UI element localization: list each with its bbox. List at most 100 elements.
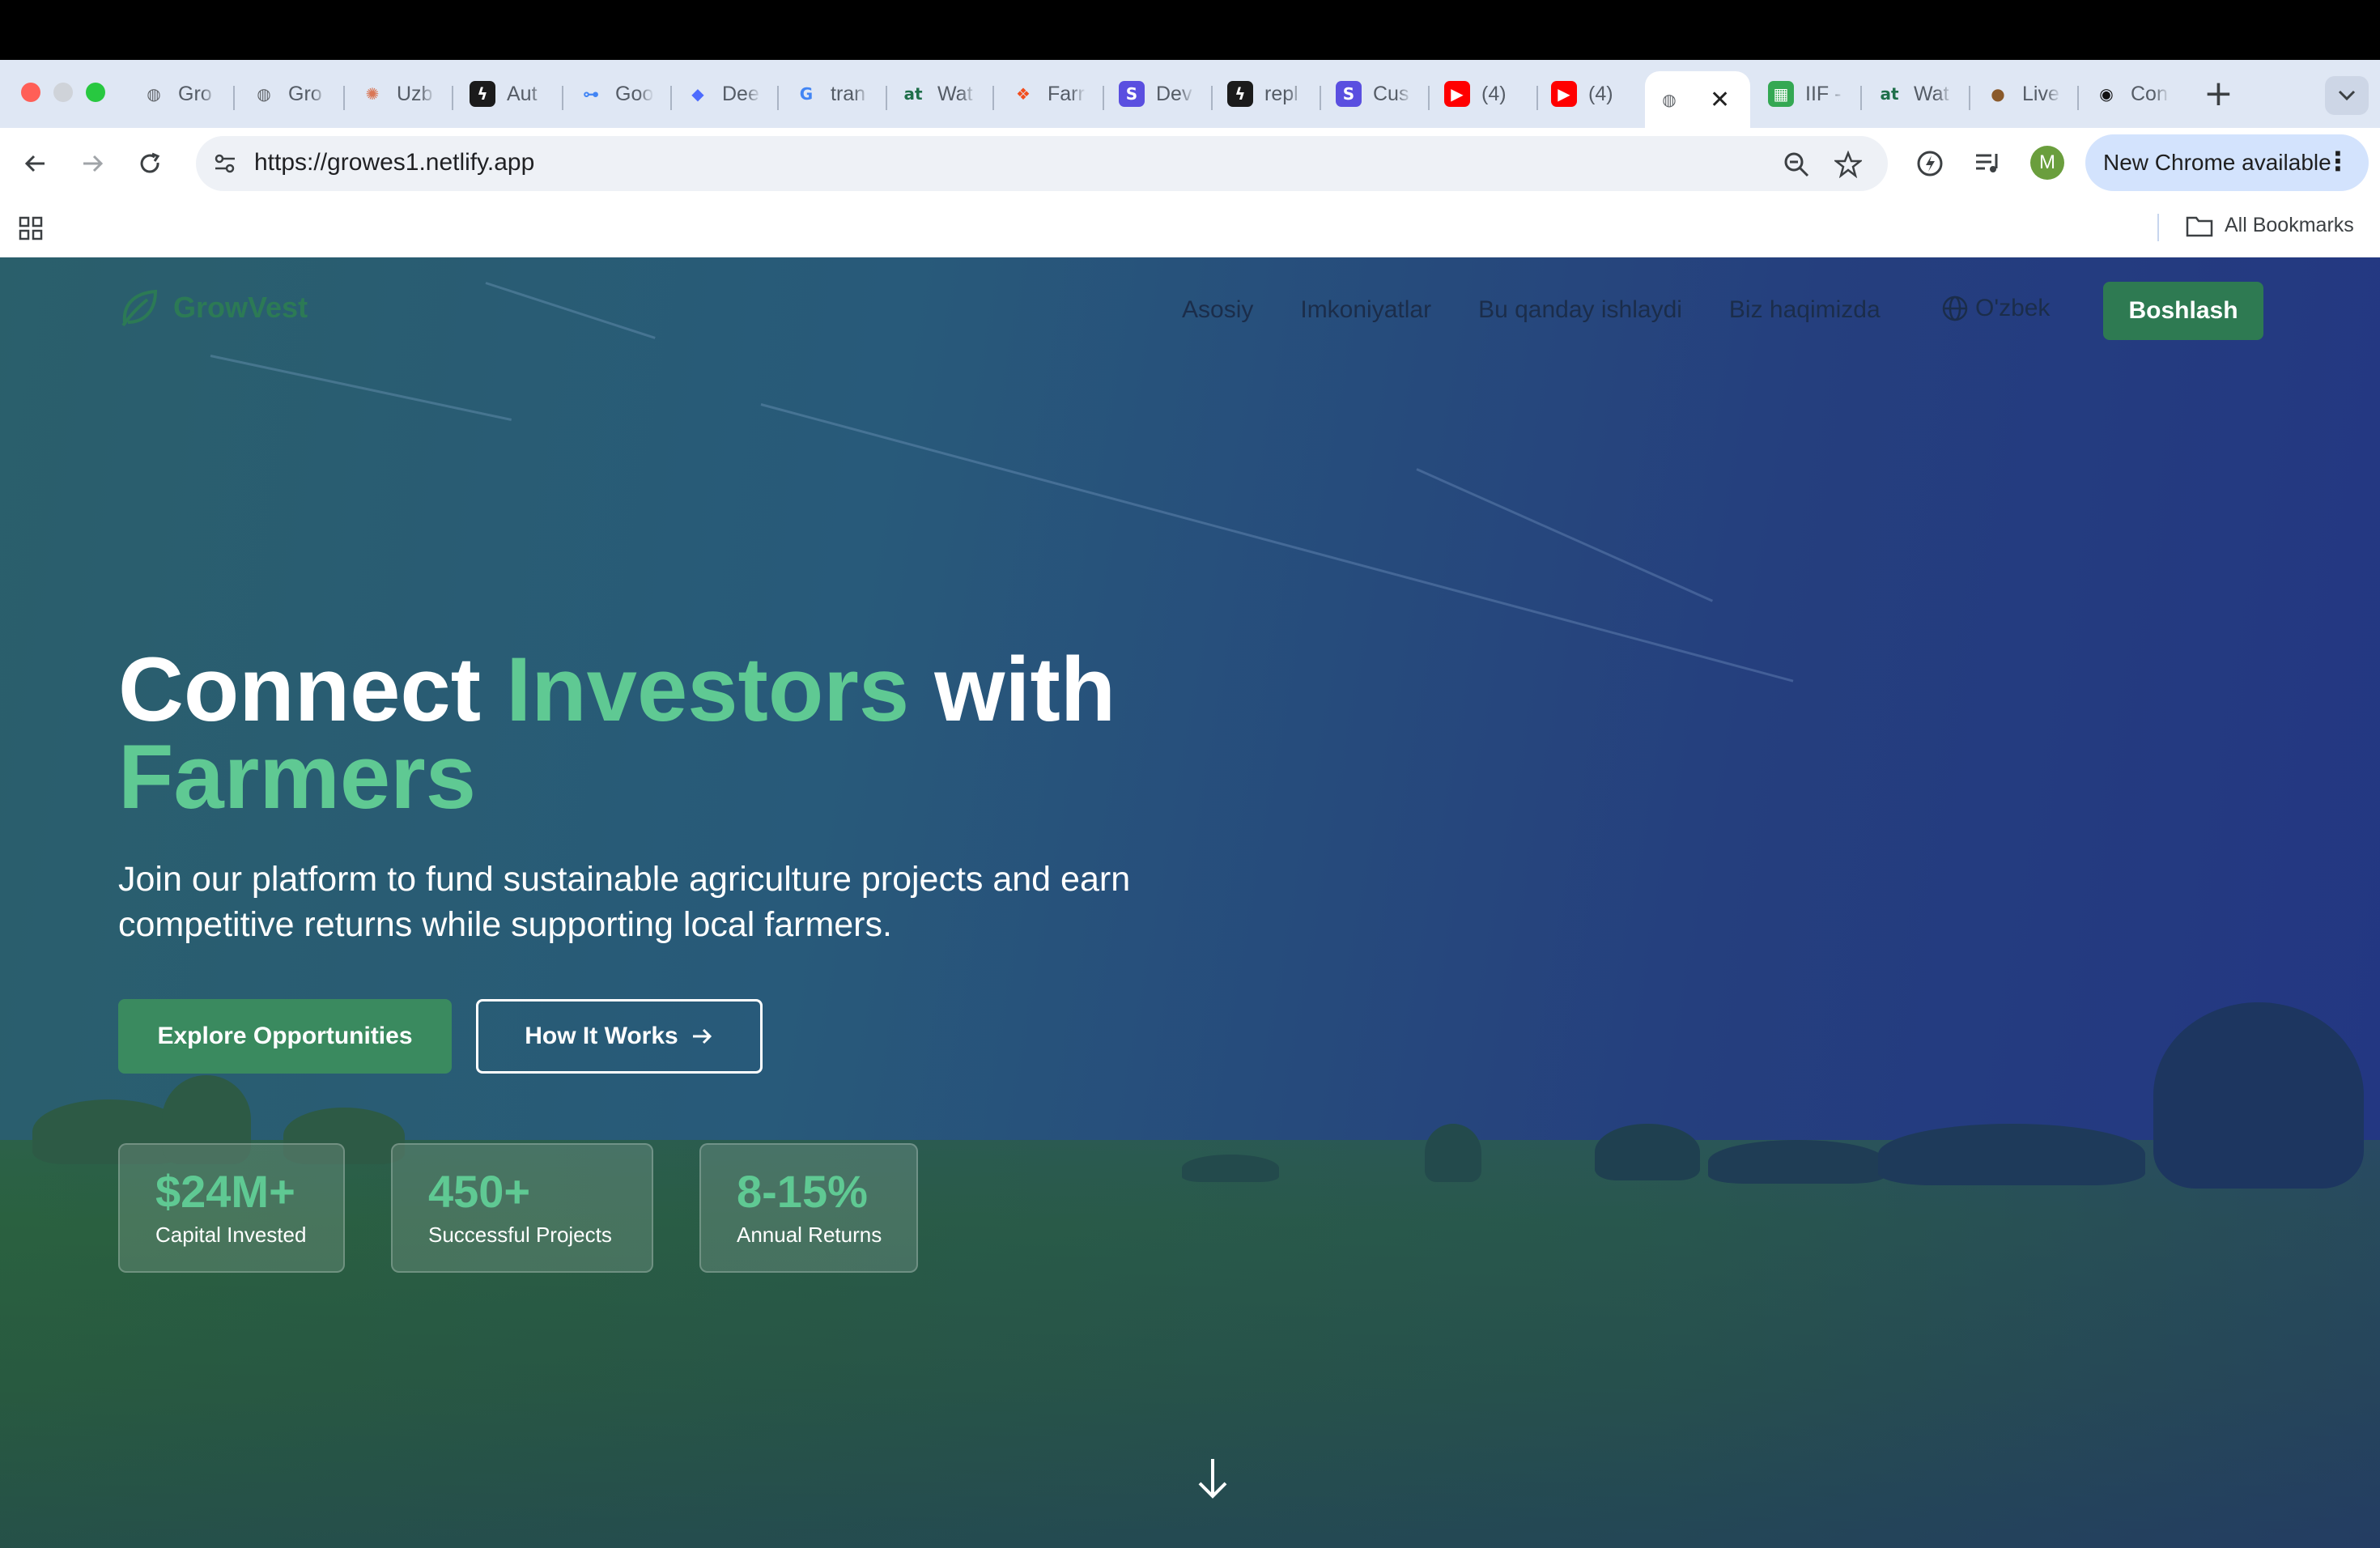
- bolt-icon: ϟ: [1227, 81, 1253, 107]
- reload-button[interactable]: [131, 144, 170, 183]
- github-icon: ◉: [2099, 84, 2114, 104]
- chrome-update-button[interactable]: New Chrome available ⋮: [2085, 134, 2369, 191]
- hero-headline: Connect Investors with Farmers: [118, 644, 1116, 823]
- tab-title: Gro: [178, 82, 212, 105]
- close-window-button[interactable]: [21, 83, 40, 102]
- tab-separator: [1103, 86, 1104, 110]
- language-selector[interactable]: O'zbek: [1941, 295, 2050, 322]
- tab-separator: [452, 86, 453, 110]
- tab-title: Dev: [1156, 82, 1192, 105]
- hero-subtext: Join our platform to fund sustainable ag…: [118, 860, 1131, 944]
- tab-title: tran: [831, 82, 866, 105]
- explore-opportunities-button[interactable]: Explore Opportunities: [118, 999, 452, 1074]
- profile-avatar[interactable]: M: [2030, 146, 2064, 180]
- url-text[interactable]: https://growes1.netlify.app: [254, 149, 534, 176]
- logo-text: GrowVest: [173, 291, 308, 324]
- page-viewport: GrowVest Asosiy Imkoniyatlar Bu qanday i…: [0, 257, 2380, 1548]
- youtube-icon: ▶: [1551, 81, 1577, 107]
- browser-tab[interactable]: ✺ Uzb: [348, 71, 436, 117]
- tab-title: Con: [2131, 82, 2168, 105]
- back-arrow-icon: [24, 155, 45, 172]
- how-it-works-button[interactable]: How It Works: [476, 999, 763, 1074]
- menu-bar-area: [0, 0, 2380, 60]
- browser-tab[interactable]: at Wat: [889, 71, 976, 117]
- browser-tab[interactable]: ϟ Aut: [458, 71, 546, 117]
- tab-separator: [343, 86, 345, 110]
- leaf-logo-icon: [121, 289, 158, 327]
- stat-value: $24M+: [155, 1166, 295, 1217]
- browser-toolbar: https://growes1.netlify.app M New Chrome…: [0, 128, 2380, 199]
- new-tab-button[interactable]: +: [2204, 73, 2233, 114]
- nav-link-home[interactable]: Asosiy: [1182, 296, 1253, 324]
- tree: [2153, 1002, 2364, 1189]
- sheets-icon: ▦: [1768, 81, 1794, 107]
- browser-tab[interactable]: S Dev: [1107, 71, 1195, 117]
- zoom-icon[interactable]: [1783, 151, 1810, 178]
- globe-icon: ◍: [1662, 90, 1677, 109]
- performance-icon[interactable]: [1915, 149, 1944, 178]
- nav-link-about[interactable]: Biz haqimizda: [1729, 296, 1881, 324]
- browser-tab[interactable]: ▦ IIF -: [1757, 71, 1844, 117]
- browser-tab[interactable]: at Wat: [1865, 71, 1953, 117]
- nav-link-how-it-works[interactable]: Bu qanday ishlaydi: [1478, 296, 1682, 324]
- tree: [1708, 1140, 1886, 1184]
- address-bar[interactable]: https://growes1.netlify.app: [196, 136, 1888, 191]
- tab-title: Wat: [1914, 82, 1949, 105]
- browser-tab[interactable]: ◍ Gro: [130, 71, 217, 117]
- deepseek-icon: ◆: [691, 84, 704, 104]
- browser-tab[interactable]: ϟ repl: [1216, 71, 1303, 117]
- headline-part-4: Farmers: [118, 726, 477, 827]
- site-header: GrowVest Asosiy Imkoniyatlar Bu qanday i…: [0, 257, 2380, 371]
- stat-card-projects: 450+ Successful Projects: [391, 1143, 653, 1273]
- tab-title: Goo: [615, 82, 654, 105]
- close-tab-icon[interactable]: ✕: [1710, 86, 1730, 114]
- tab-separator: [1536, 86, 1538, 110]
- scroll-down-icon[interactable]: [1193, 1456, 1232, 1501]
- live-icon: ●: [1991, 84, 2005, 104]
- browser-tab[interactable]: ▶ (4): [1540, 71, 1627, 117]
- folder-icon: [2186, 216, 2213, 236]
- chrome-update-label: New Chrome available: [2103, 150, 2331, 175]
- bookmark-star-icon[interactable]: [1834, 151, 1862, 178]
- tree: [1878, 1124, 2145, 1185]
- browser-tab[interactable]: ❖ Farr: [999, 71, 1086, 117]
- apps-grid-icon[interactable]: [18, 215, 44, 241]
- nav-link-features[interactable]: Imkoniyatlar: [1300, 296, 1431, 324]
- site-logo[interactable]: GrowVest: [118, 287, 308, 329]
- tab-title: IIF -: [1805, 82, 1842, 105]
- back-button[interactable]: [16, 144, 55, 183]
- browser-tab[interactable]: ◍ ✕: [1645, 71, 1750, 128]
- browser-tab[interactable]: ◉ Con: [2082, 71, 2170, 117]
- tab-title: Aut: [507, 82, 538, 105]
- google-key-icon: ⊶: [583, 84, 599, 104]
- tab-title: Gro: [288, 82, 322, 105]
- tree: [1595, 1124, 1700, 1180]
- figma-icon: ❖: [1016, 84, 1031, 104]
- forward-button[interactable]: [73, 144, 112, 183]
- browser-tab[interactable]: Gtran: [782, 71, 869, 117]
- tab-strip: ◍ Gro ◍ Gro ✺ Uzb ϟ Aut ⊶ Goo ◆ Dee Gtran at Wat ❖ Farr S…: [0, 60, 2380, 128]
- stat-value: 450+: [428, 1166, 531, 1217]
- media-controls-icon[interactable]: [1974, 149, 2003, 178]
- more-menu-icon[interactable]: ⋮: [2325, 146, 2351, 176]
- all-bookmarks-button[interactable]: All Bookmarks: [2186, 214, 2354, 237]
- stat-label: Capital Invested: [155, 1223, 307, 1247]
- tab-title: Live: [2022, 82, 2059, 105]
- browser-tab[interactable]: ◍ Gro: [240, 71, 327, 117]
- maximize-window-button[interactable]: [86, 83, 105, 102]
- bookmarks-bar: All Bookmarks: [0, 199, 2380, 257]
- s-icon: S: [1336, 81, 1362, 107]
- browser-tab[interactable]: ▶ (4): [1433, 71, 1520, 117]
- headline-part-2: Investors: [506, 639, 910, 740]
- browser-tab[interactable]: ◆ Dee: [674, 71, 761, 117]
- tab-search-button[interactable]: [2325, 76, 2369, 115]
- browser-tab[interactable]: S Cus: [1324, 71, 1412, 117]
- all-bookmarks-label: All Bookmarks: [2225, 214, 2354, 236]
- tab-title: Farr: [1048, 82, 1085, 105]
- stat-label: Annual Returns: [737, 1223, 882, 1247]
- minimize-window-button[interactable]: [53, 83, 73, 102]
- get-started-button[interactable]: Boshlash: [2103, 282, 2263, 340]
- browser-tab[interactable]: ⊶ Goo: [567, 71, 654, 117]
- bolt-icon: ϟ: [470, 81, 495, 107]
- browser-tab[interactable]: ● Live: [1974, 71, 2061, 117]
